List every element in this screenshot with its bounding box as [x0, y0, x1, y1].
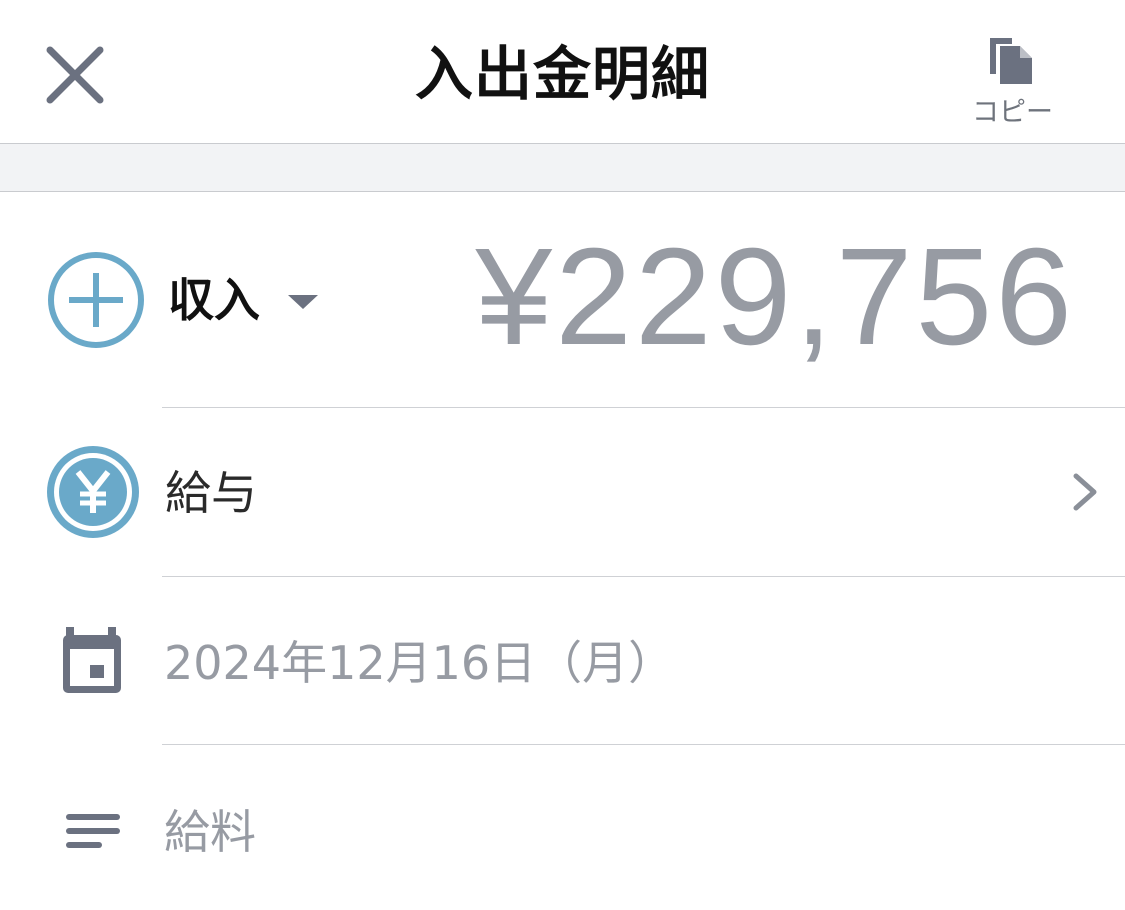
transaction-type-label: 収入	[168, 273, 260, 327]
page-title: 入出金明細	[414, 40, 710, 108]
section-spacer	[0, 144, 1125, 192]
category-label: 給与	[165, 466, 257, 520]
memo-field[interactable]: 給料	[164, 802, 1064, 862]
header-bar: 入出金明細 コピー	[0, 0, 1125, 144]
yen-circle-icon	[47, 446, 139, 538]
row-divider	[162, 407, 1125, 408]
caret-down-icon	[288, 295, 318, 309]
row-divider	[162, 576, 1125, 577]
amount-field[interactable]: ¥229,756	[475, 222, 1075, 372]
copy-icon	[990, 38, 1032, 84]
date-value: 2024年12月16日（月）	[164, 636, 675, 690]
plus-circle-icon	[48, 252, 144, 348]
memo-lines-icon	[66, 814, 120, 848]
copy-button[interactable]: コピー	[960, 30, 1065, 130]
copy-label: コピー	[972, 97, 1053, 128]
row-divider	[162, 744, 1125, 745]
calendar-icon	[63, 627, 121, 693]
chevron-right-icon	[1073, 473, 1097, 511]
transaction-type-dropdown[interactable]: 収入	[160, 260, 340, 340]
